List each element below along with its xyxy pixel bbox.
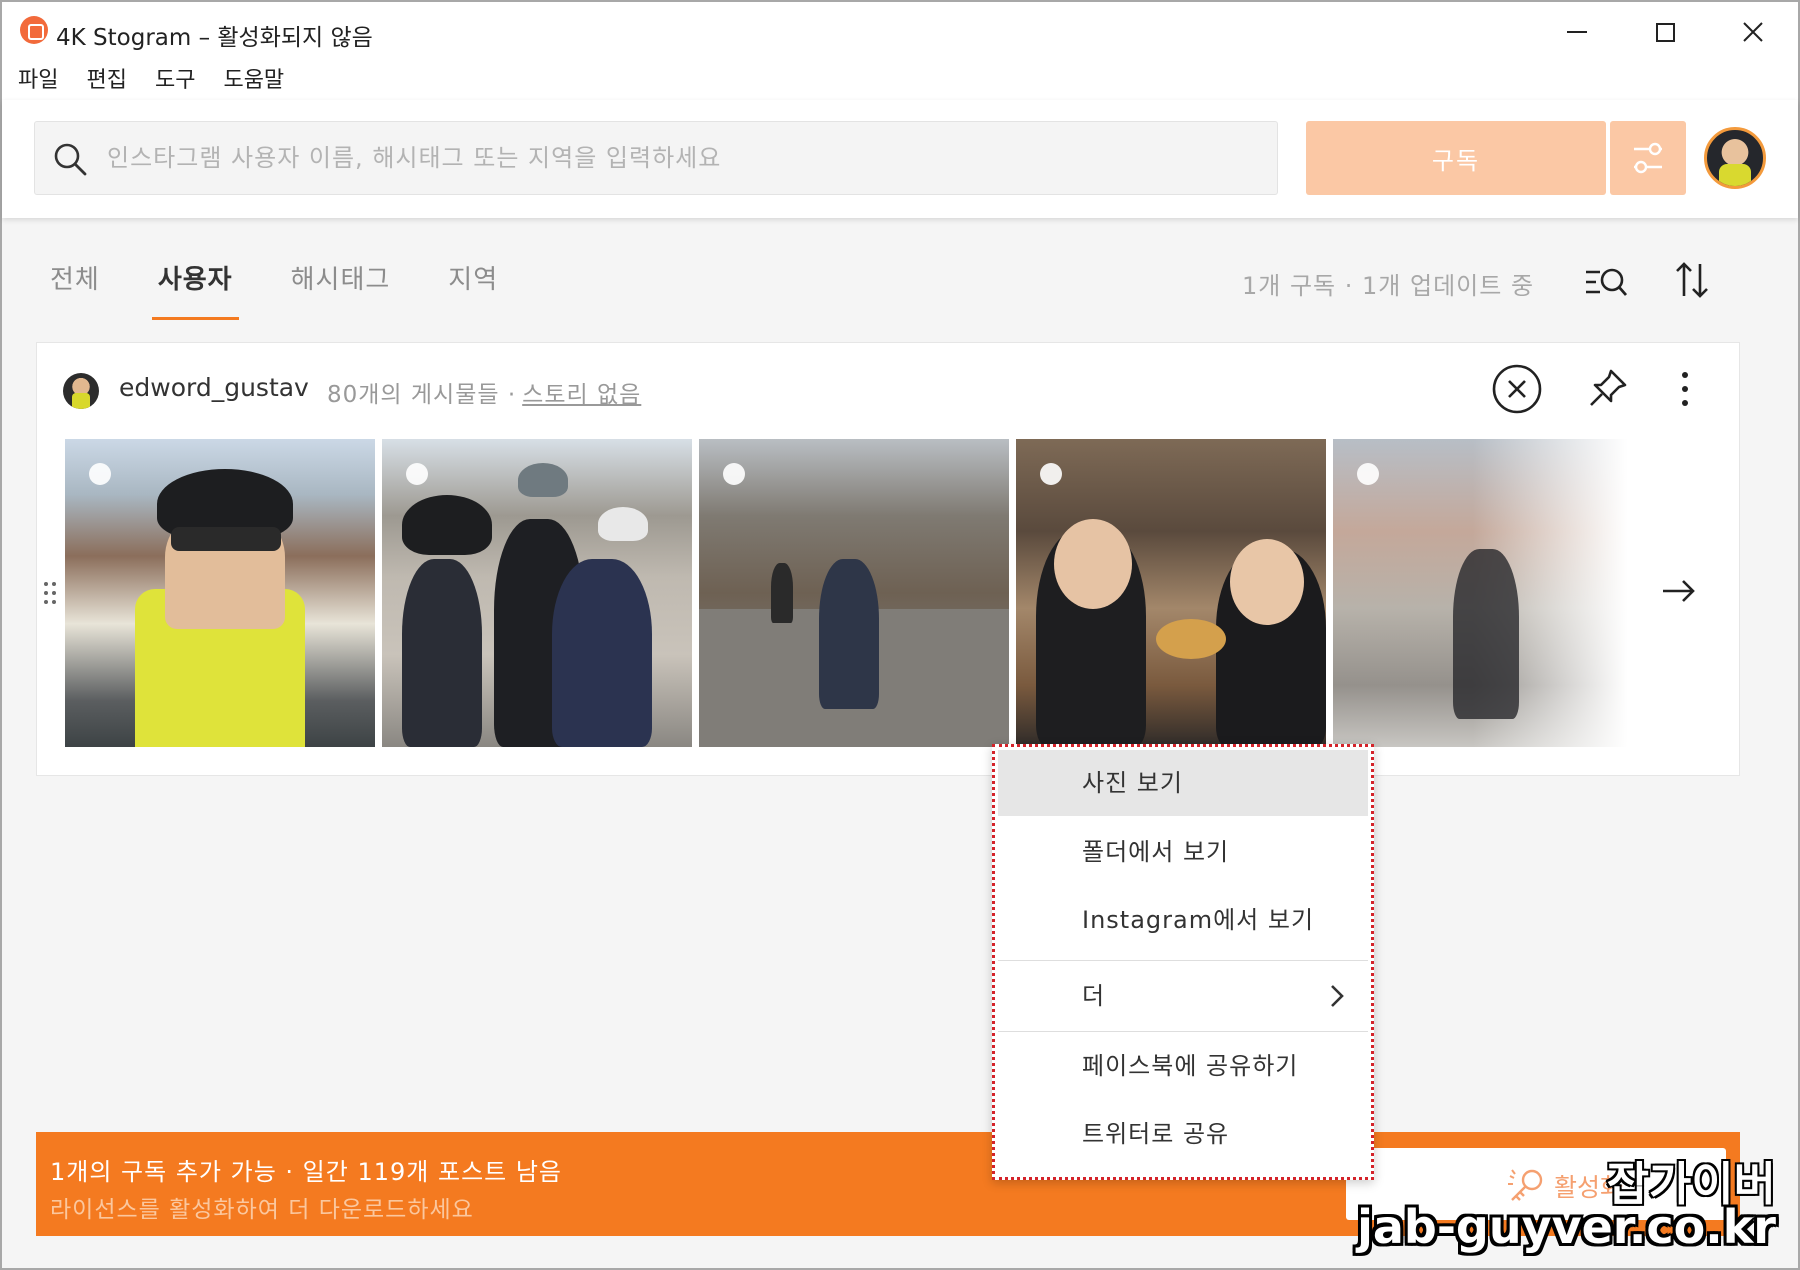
select-checkbox[interactable]	[89, 463, 111, 485]
story-link[interactable]: 스토리 없음	[522, 375, 641, 409]
username[interactable]: edword_gustav	[119, 373, 309, 402]
select-checkbox[interactable]	[723, 463, 745, 485]
maximize-button[interactable]	[1630, 10, 1700, 54]
close-icon	[1743, 22, 1763, 42]
tab-hashtags[interactable]: 해시태그	[291, 264, 391, 320]
sort-icon[interactable]	[1674, 260, 1710, 300]
sliders-icon	[1634, 142, 1662, 174]
account-avatar[interactable]	[1704, 127, 1766, 189]
post-thumbnail[interactable]	[65, 439, 375, 747]
filter-tabs: 전체 사용자 해시태그 지역	[50, 264, 556, 320]
post-meta: 80개의 게시물들 · 스토리 없음	[327, 375, 641, 409]
user-avatar	[63, 373, 99, 409]
pin-icon[interactable]	[1583, 365, 1631, 413]
minimize-button[interactable]	[1542, 10, 1612, 54]
drag-handle-icon[interactable]	[43, 581, 57, 605]
title-bar: 4K Stogram – 활성화되지 않음	[2, 2, 1798, 64]
close-window-button[interactable]	[1718, 10, 1788, 54]
menu-separator	[998, 1031, 1368, 1032]
list-search-icon[interactable]	[1584, 264, 1628, 300]
select-checkbox[interactable]	[1040, 463, 1062, 485]
select-checkbox[interactable]	[1357, 463, 1379, 485]
search-input[interactable]	[107, 122, 1257, 194]
banner-quota-text: 1개의 구독 추가 가능 · 일간 119개 포스트 남음	[50, 1158, 563, 1186]
subscription-card: edword_gustav 80개의 게시물들 · 스토리 없음	[36, 342, 1740, 776]
subscription-status: 1개 구독 · 1개 업데이트 중	[1242, 272, 1535, 300]
select-checkbox[interactable]	[406, 463, 428, 485]
tab-all[interactable]: 전체	[50, 264, 100, 320]
menu-edit[interactable]: 편집	[86, 64, 126, 100]
menu-more-label: 더	[1082, 982, 1106, 1010]
post-count: 80개의 게시물들 ·	[327, 382, 517, 408]
post-thumbnail[interactable]	[1333, 439, 1643, 747]
app-window: 4K Stogram – 활성화되지 않음 파일 편집 도구 도움말 구독 전	[0, 0, 1800, 1270]
post-thumbnail[interactable]	[699, 439, 1009, 747]
context-menu: 사진 보기 폴더에서 보기 Instagram에서 보기 더 페이스북에 공유하…	[992, 744, 1374, 1180]
menu-tools[interactable]: 도구	[155, 64, 195, 100]
top-toolbar: 구독	[2, 100, 1798, 218]
menu-help[interactable]: 도움말	[223, 64, 284, 100]
menu-share-facebook[interactable]: 페이스북에 공유하기	[998, 1033, 1368, 1099]
watermark-url: jab-guyver.co.kr	[1357, 1200, 1776, 1254]
filter-settings-button[interactable]	[1610, 121, 1686, 195]
app-logo-icon	[20, 16, 48, 44]
post-thumbnails	[65, 439, 1643, 747]
menu-view-on-instagram[interactable]: Instagram에서 보기	[998, 887, 1368, 953]
arrow-right-icon[interactable]	[1659, 571, 1699, 611]
minimize-icon	[1567, 31, 1587, 33]
more-options-icon[interactable]	[1673, 365, 1697, 413]
post-thumbnail[interactable]	[1016, 439, 1326, 747]
subscribe-button[interactable]: 구독	[1306, 121, 1606, 195]
menu-separator	[998, 960, 1368, 961]
menu-view-in-folder[interactable]: 폴더에서 보기	[998, 819, 1368, 885]
tab-users[interactable]: 사용자	[151, 264, 239, 320]
search-icon	[54, 143, 87, 176]
menu-more[interactable]: 더	[998, 963, 1368, 1029]
banner-license-text: 라이선스를 활성화하여 더 다운로드하세요	[50, 1197, 474, 1223]
chevron-right-icon	[1331, 985, 1344, 1007]
post-thumbnail[interactable]	[382, 439, 692, 747]
menu-file[interactable]: 파일	[18, 64, 58, 100]
menu-bar: 파일 편집 도구 도움말	[2, 64, 1798, 100]
remove-subscription-icon[interactable]	[1491, 363, 1543, 415]
site-watermark: 잡가이버 jab-guyver.co.kr	[1302, 1142, 1782, 1262]
window-title: 4K Stogram – 활성화되지 않음	[56, 25, 373, 51]
tab-locations[interactable]: 지역	[448, 264, 498, 320]
maximize-icon	[1655, 22, 1675, 42]
menu-view-photo[interactable]: 사진 보기	[998, 750, 1368, 816]
search-box[interactable]	[34, 121, 1278, 195]
